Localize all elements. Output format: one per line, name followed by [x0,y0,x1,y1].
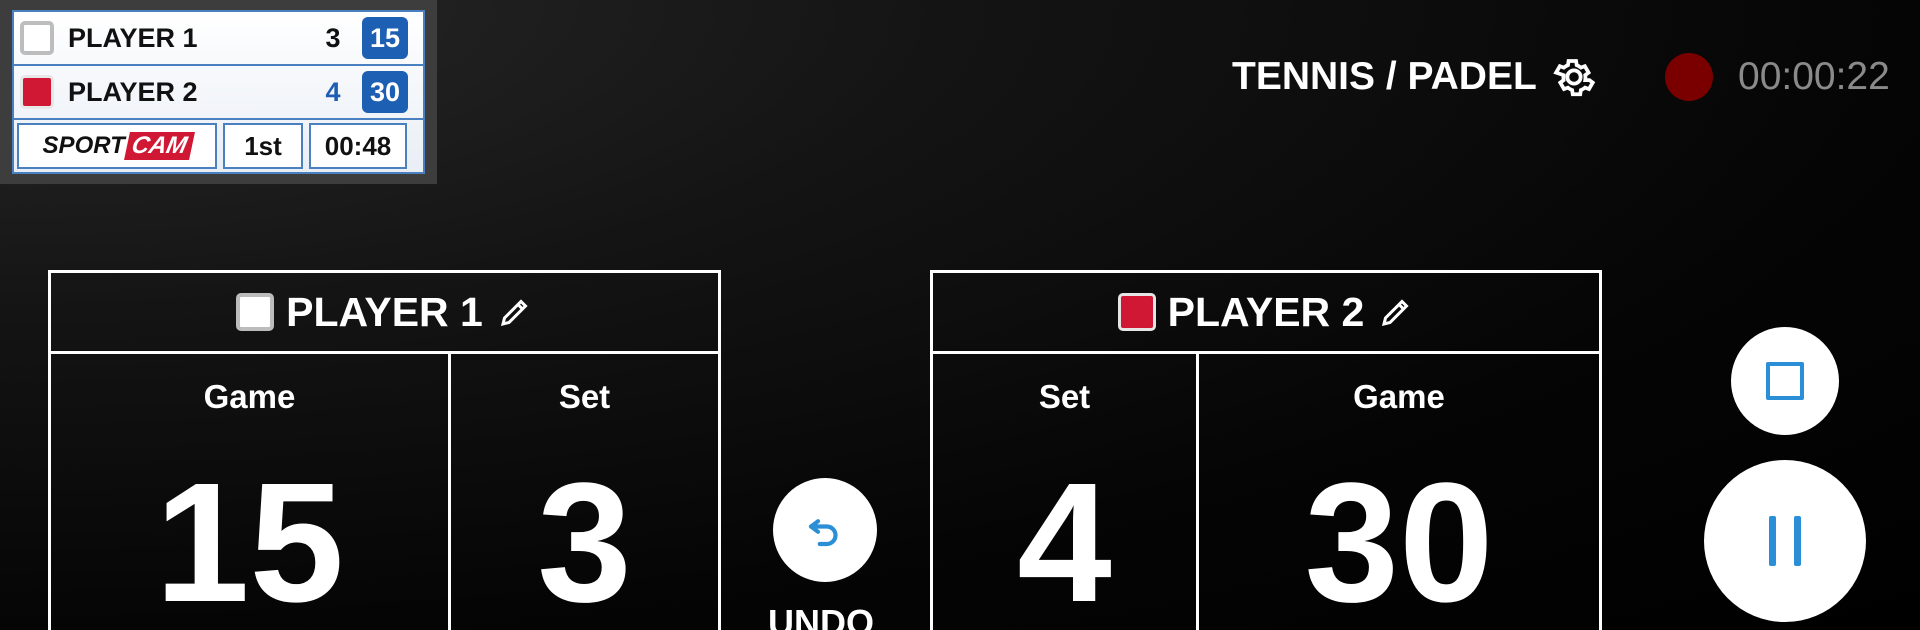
logo-sport-text: SPORT [42,132,125,159]
player2-set-value: 4 [1017,448,1112,630]
pause-icon [1769,516,1776,566]
player2-header[interactable]: PLAYER 2 [933,273,1599,354]
stop-icon [1766,362,1804,400]
player2-name: PLAYER 2 [1167,288,1365,335]
player2-color-square [1117,293,1156,331]
overlay-clock: 00:48 [309,123,407,169]
player2-game-area[interactable]: Game 30 [1199,354,1599,630]
pause-icon [1794,516,1801,566]
scoreboard-overlay: PLAYER 1 3 15 PLAYER 2 4 30 SPORT CAM 1st… [0,0,437,184]
player2-panel: PLAYER 2 Set 4 Game 30 [930,270,1602,630]
overlay-row-player1: PLAYER 1 3 15 [14,12,423,66]
pencil-icon[interactable] [1378,294,1414,330]
player1-color-square [236,293,275,331]
overlay-player2-game: 30 [362,71,408,113]
player1-game-value: 15 [154,448,345,630]
player1-game-area[interactable]: Game 15 [51,354,451,630]
player2-set-area[interactable]: Set 4 [933,354,1199,630]
overlay-player2-name: PLAYER 2 [68,76,198,107]
player1-color-swatch [20,21,54,55]
player1-set-label: Set [558,378,611,415]
player1-panel: PLAYER 1 Game 15 Set 3 [48,270,721,630]
player2-game-value: 30 [1304,448,1494,630]
player1-name: PLAYER 1 [286,288,483,335]
pencil-icon[interactable] [497,294,533,330]
overlay-player1-set: 3 [325,22,341,53]
overlay-inner: PLAYER 1 3 15 PLAYER 2 4 30 SPORT CAM 1st… [12,10,425,174]
overlay-period: 1st [223,123,303,169]
overlay-player1-game: 15 [362,17,408,59]
player1-set-area[interactable]: Set 3 [451,354,718,630]
undo-button[interactable] [773,478,877,582]
overlay-row-player2: PLAYER 2 4 30 [14,66,423,120]
player2-game-label: Game [1353,378,1445,415]
sport-mode-label: TENNIS / PADEL [1232,55,1537,98]
player1-body: Game 15 Set 3 [51,354,718,630]
player1-header[interactable]: PLAYER 1 [51,273,718,354]
gear-icon[interactable] [1549,52,1599,102]
overlay-player1-name: PLAYER 1 [68,22,198,53]
recording-indicator [1665,53,1713,101]
overlay-player2-set: 4 [325,76,341,107]
player1-set-value: 3 [537,448,632,630]
player2-body: Set 4 Game 30 [933,354,1599,630]
undo-label: UNDO [768,602,874,630]
undo-icon [808,519,838,547]
sport-mode-selector[interactable]: TENNIS / PADEL [1232,52,1599,102]
sportcam-logo: SPORT CAM [17,123,217,169]
overlay-row-info: SPORT CAM 1st 00:48 [14,120,423,172]
stop-button[interactable] [1731,327,1839,435]
recording-time: 00:00:22 [1738,55,1890,98]
player2-color-swatch [20,75,54,109]
pause-button[interactable] [1704,460,1866,622]
player2-set-label: Set [1038,378,1091,415]
player1-game-label: Game [203,378,296,415]
logo-cam-text: CAM [123,132,195,160]
